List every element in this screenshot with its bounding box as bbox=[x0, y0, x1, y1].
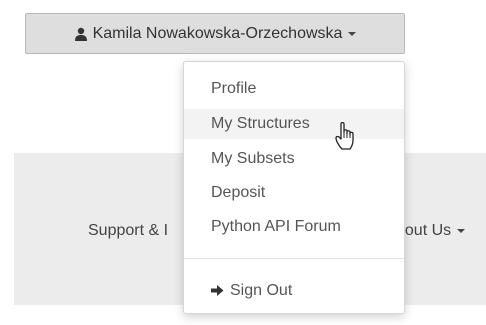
menu-divider bbox=[184, 258, 404, 259]
user-menu-button[interactable]: Kamila Nowakowska-Orzechowska bbox=[25, 13, 405, 54]
sign-out-icon bbox=[211, 285, 224, 296]
chevron-down-icon bbox=[348, 31, 357, 36]
user-icon bbox=[74, 27, 87, 41]
footer-link-support[interactable]: Support & I bbox=[88, 222, 168, 240]
chevron-down-icon bbox=[457, 228, 466, 233]
menu-item-sign-out[interactable]: Sign Out bbox=[184, 276, 404, 306]
menu-item-profile[interactable]: Profile bbox=[184, 74, 404, 104]
menu-item-my-subsets[interactable]: My Subsets bbox=[184, 144, 404, 174]
username-label: Kamila Nowakowska-Orzechowska bbox=[92, 24, 343, 42]
user-dropdown-menu: Profile My Structures My Subsets Deposit… bbox=[183, 61, 405, 314]
menu-item-my-structures[interactable]: My Structures bbox=[184, 109, 404, 139]
menu-item-python-api-forum[interactable]: Python API Forum bbox=[184, 212, 404, 242]
hand-pointer-icon bbox=[335, 122, 354, 150]
sign-out-label: Sign Out bbox=[230, 282, 293, 299]
menu-item-deposit[interactable]: Deposit bbox=[184, 178, 404, 208]
footer-link-about[interactable]: bout Us bbox=[396, 222, 466, 240]
